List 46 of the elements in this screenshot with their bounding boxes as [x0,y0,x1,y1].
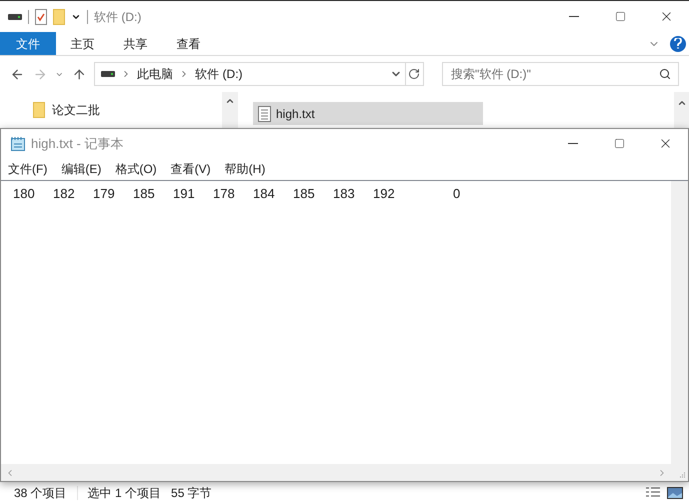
menu-item[interactable]: 查看(V) [170,160,211,178]
item-count: 38 个项目 [14,485,67,502]
menu-item[interactable]: 编辑(E) [61,160,102,178]
minimize-icon [568,143,578,144]
window-title: high.txt - 记事本 [31,134,124,153]
address-bar[interactable]: 此电脑 软件 (D:) [94,62,406,86]
menu-item[interactable]: 帮助(H) [224,160,266,178]
maximize-icon [614,11,626,22]
maximize-icon [614,138,624,149]
selection-count: 选中 1 个项目 [88,485,162,502]
scroll-up-icon [676,98,686,108]
scroll-up-icon [225,96,235,106]
ribbon-tab[interactable]: 文件 [0,32,56,55]
large-icons-view-icon[interactable] [667,486,683,500]
menu-item[interactable]: 文件(F) [8,160,48,178]
file-item[interactable]: high.txt [253,102,483,125]
file-list-scrollbar[interactable] [674,92,689,128]
ribbon-tab[interactable]: 共享 [109,32,162,55]
breadcrumb-item[interactable]: 此电脑 [137,65,174,83]
horizontal-scrollbar[interactable] [1,464,671,481]
up-icon[interactable] [72,66,86,82]
text-area[interactable]: 180 182 179 185 191 178 184 185 183 192 0 [1,181,671,464]
folder-icon [53,8,65,24]
selection-size: 55 字节 [171,485,212,502]
menu-item[interactable]: 格式(O) [115,160,157,178]
text-file-icon [258,106,271,122]
refresh-button[interactable] [404,62,424,86]
forward-icon[interactable] [32,66,47,82]
window-title: 软件 (D:) [94,8,142,26]
vertical-scrollbar[interactable] [671,181,688,464]
sidebar-scrollbar[interactable] [222,92,238,128]
search-icon [659,68,672,80]
folder-icon [33,102,45,118]
breadcrumb-item[interactable]: 软件 (D:) [195,65,243,83]
search-field[interactable]: 搜索"软件 (D:)" [442,62,680,86]
drive-icon [8,12,22,20]
refresh-icon [408,68,420,80]
ribbon-tab[interactable]: 查看 [162,32,215,55]
notepad-icon [10,136,26,152]
help-icon[interactable] [670,36,686,52]
sidebar-item[interactable]: 论文二批 [33,100,222,120]
minimize-icon [569,16,579,17]
drive-icon [101,70,116,78]
properties-icon[interactable] [35,8,47,24]
back-icon[interactable] [10,66,24,82]
ribbon-tab[interactable]: 主页 [56,32,109,55]
